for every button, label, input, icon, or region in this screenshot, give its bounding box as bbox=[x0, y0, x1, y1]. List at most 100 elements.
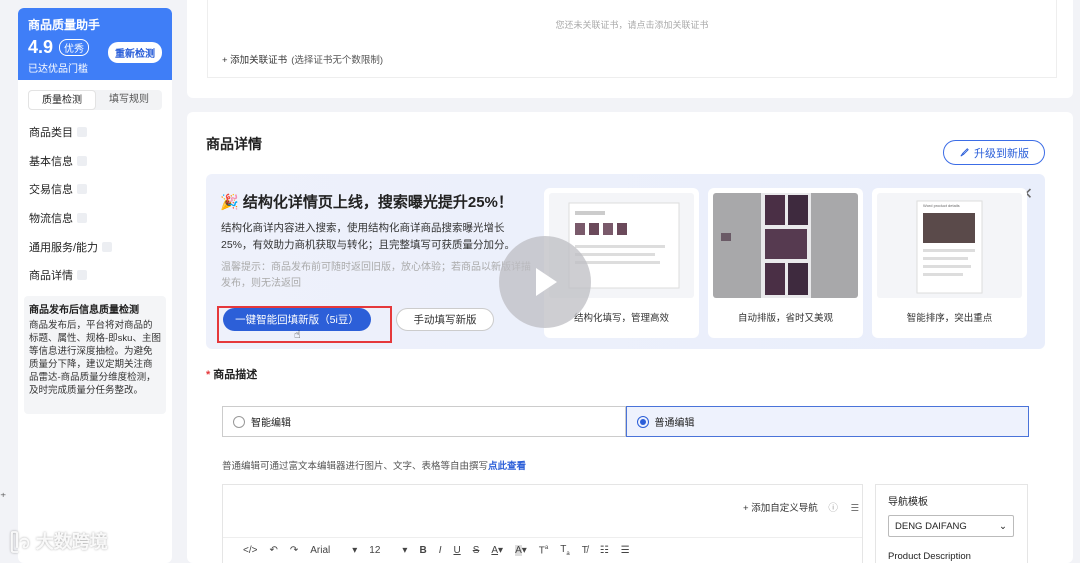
redo-icon[interactable]: ↷ bbox=[290, 545, 298, 556]
feature-card-auto-layout: 自动排版，省时又美观 bbox=[708, 188, 863, 338]
navigation-template-panel: 导航模板 DENG DAIFANG ⌄ Product Description bbox=[875, 484, 1028, 563]
tab-fill-rules[interactable]: 填写规则 bbox=[96, 90, 162, 110]
watermark-text: 大数跨境 bbox=[35, 532, 108, 552]
banner-title-text: 结构化详情页上线，搜索曝光提升25%！ bbox=[242, 194, 513, 211]
watermark-logo-icon: ᥫ᭡ bbox=[10, 532, 36, 552]
radio-label: 普通编辑 bbox=[654, 418, 695, 429]
product-photos-illustration bbox=[721, 193, 811, 298]
play-icon bbox=[536, 268, 557, 296]
quality-assistant-sidebar: 商品质量助手 4.9 优秀 已达优品门槛 重新检测 质量检测 填写规则 商品类目… bbox=[18, 8, 172, 563]
sidebar-item-logistics-info[interactable]: 物流信息 bbox=[18, 204, 172, 233]
feature-label: 智能排序，突出重点 bbox=[906, 313, 993, 324]
superscript-icon[interactable]: Ta bbox=[539, 545, 548, 556]
subscript-icon[interactable]: Ta bbox=[560, 544, 569, 557]
cursor-icon: ☝ bbox=[294, 329, 301, 341]
ordered-list-icon[interactable]: ☷ bbox=[600, 545, 609, 556]
radio-smart-edit[interactable]: 智能编辑 bbox=[222, 406, 626, 437]
score-badge: 优秀 bbox=[59, 39, 90, 56]
manual-fill-button[interactable]: 手动填写新版 bbox=[396, 308, 494, 331]
italic-icon[interactable]: I bbox=[439, 545, 442, 556]
notice-title: 商品发布后信息质量检测 bbox=[29, 304, 139, 316]
unordered-list-icon[interactable]: ☰ bbox=[621, 545, 630, 556]
required-marker: * bbox=[206, 369, 211, 381]
chevron-down-icon: ⌄ bbox=[999, 520, 1007, 532]
underline-icon[interactable]: U bbox=[453, 545, 460, 556]
sidebar-item-label: 物流信息 bbox=[29, 213, 73, 226]
sidebar-item-label: 通用服务/能力 bbox=[29, 241, 99, 254]
feature-label: 自动排版，省时又美观 bbox=[737, 313, 833, 324]
rich-text-editor: + 添加自定义导航 ⓘ ☰ </> ↶ ↷ Arial ▾ 12 ▾ B I U S… bbox=[222, 484, 863, 563]
sidebar-item-trade-info[interactable]: 交易信息 bbox=[18, 175, 172, 204]
add-certificate-label[interactable]: + 添加关联证书 bbox=[222, 55, 287, 66]
tab-quality-check[interactable]: 质量检测 bbox=[28, 90, 96, 110]
font-family-select[interactable]: Arial ▾ bbox=[310, 545, 357, 556]
smart-sort-illustration bbox=[916, 200, 983, 294]
highlight-color-icon[interactable]: A▾ bbox=[515, 545, 527, 556]
certificate-card: 您还未关联证书，请点击添加关联证书 + 添加关联证书 (选择证书无个数限制) bbox=[187, 0, 1073, 98]
font-size-value: 12 bbox=[369, 545, 381, 556]
zoom-plus-icon[interactable]: ⁺ bbox=[0, 490, 12, 506]
plus-icon: + bbox=[743, 503, 752, 514]
score-title: 商品质量助手 bbox=[28, 18, 101, 32]
section-title: 商品详情 bbox=[206, 136, 262, 152]
undo-icon[interactable]: ↶ bbox=[269, 545, 277, 556]
editor-toolbar: </> ↶ ↷ Arial ▾ 12 ▾ B I U S A▾ A▾ Ta Ta T… bbox=[223, 537, 862, 563]
view-details-link[interactable]: 点此查看 bbox=[488, 461, 526, 472]
hint-text: 普通编辑可通过富文本编辑器进行图片、文字、表格等自由撰写 bbox=[222, 461, 489, 472]
feature-preview-image: Word product details bbox=[877, 193, 1022, 298]
radio-label: 智能编辑 bbox=[251, 418, 291, 429]
upgrade-button[interactable]: 升级到新版 bbox=[943, 140, 1045, 165]
source-code-icon[interactable]: </> bbox=[243, 545, 257, 556]
sidebar-tabs: 质量检测 填写规则 bbox=[28, 90, 162, 110]
sidebar-item-label: 商品类目 bbox=[29, 127, 73, 140]
clear-format-icon[interactable]: T̸ bbox=[582, 545, 588, 556]
nav-panel-subtitle: Product Description bbox=[888, 551, 971, 562]
add-custom-nav-button[interactable]: + 添加自定义导航 ⓘ ☰ bbox=[743, 500, 859, 514]
radio-normal-edit[interactable]: 普通编辑 bbox=[625, 406, 1029, 437]
party-icon: 🎉 bbox=[220, 194, 243, 211]
nav-template-value: DENG DAIFANG bbox=[895, 520, 967, 532]
score-value: 4.9 bbox=[28, 37, 54, 57]
quality-notice: 商品发布后信息质量检测 商品发布后，平台将对商品的标题、属性、规格-即sku、主… bbox=[24, 295, 166, 414]
feature-preview-image bbox=[713, 193, 858, 298]
feature-card-smart-sort: Word product details 智能排序，突出重点 bbox=[872, 188, 1027, 338]
sidebar-item-label: 交易信息 bbox=[29, 184, 73, 197]
add-certificate-hint: (选择证书无个数限制) bbox=[291, 55, 384, 66]
sidebar-item-product-details[interactable]: 商品详情 bbox=[18, 261, 172, 290]
radio-icon bbox=[233, 415, 245, 428]
list-icon[interactable]: ☰ bbox=[851, 503, 860, 514]
editor-hint: 普通编辑可通过富文本编辑器进行图片、文字、表格等自由撰写点此查看 bbox=[222, 458, 526, 472]
watermark: ᥫ᭡ 大数跨境 bbox=[10, 528, 108, 562]
nav-template-title: 导航模板 bbox=[888, 497, 928, 508]
status-icon bbox=[77, 155, 87, 166]
play-video-button[interactable] bbox=[499, 236, 591, 328]
bold-icon[interactable]: B bbox=[419, 545, 426, 556]
certificate-box: 您还未关联证书，请点击添加关联证书 + 添加关联证书 (选择证书无个数限制) bbox=[207, 0, 1057, 78]
banner-title: 🎉 结构化详情页上线，搜索曝光提升25%！ bbox=[220, 191, 513, 212]
banner-tip: 温馨提示：商品发布前可随时返回旧版，放心体验；若商品以新版详描发布，则无法返回 bbox=[221, 262, 531, 289]
description-label: * 商品描述 bbox=[206, 366, 257, 382]
sidebar-item-category[interactable]: 商品类目 bbox=[18, 118, 172, 147]
strikethrough-icon[interactable]: S bbox=[473, 545, 480, 556]
chevron-down-icon: ▾ bbox=[352, 545, 358, 556]
preview-caption: Word product details bbox=[923, 203, 960, 208]
sidebar-item-services[interactable]: 通用服务/能力 bbox=[18, 232, 172, 261]
certificate-empty-text: 您还未关联证书，请点击添加关联证书 bbox=[555, 20, 709, 30]
sidebar-item-label: 基本信息 bbox=[29, 155, 73, 168]
recheck-button[interactable]: 重新检测 bbox=[108, 42, 162, 63]
status-icon bbox=[77, 127, 87, 138]
help-icon[interactable]: ⓘ bbox=[828, 503, 838, 514]
quality-score-card: 商品质量助手 4.9 优秀 已达优品门槛 重新检测 bbox=[18, 8, 172, 80]
font-family-value: Arial bbox=[310, 545, 331, 556]
edit-mode-selector: 智能编辑 普通编辑 bbox=[222, 406, 1029, 437]
sidebar-item-basic-info[interactable]: 基本信息 bbox=[18, 147, 172, 176]
add-certificate-link[interactable]: + 添加关联证书 (选择证书无个数限制) bbox=[222, 52, 383, 66]
font-color-icon[interactable]: A▾ bbox=[491, 545, 503, 556]
status-icon bbox=[102, 241, 113, 252]
add-custom-nav-label: 添加自定义导航 bbox=[751, 503, 818, 514]
sidebar-item-label: 商品详情 bbox=[29, 270, 73, 283]
font-size-select[interactable]: 12 ▾ bbox=[369, 545, 407, 556]
chevron-down-icon: ▾ bbox=[402, 545, 408, 556]
nav-template-select[interactable]: DENG DAIFANG ⌄ bbox=[888, 515, 1014, 537]
upgrade-label: 升级到新版 bbox=[974, 147, 1029, 160]
